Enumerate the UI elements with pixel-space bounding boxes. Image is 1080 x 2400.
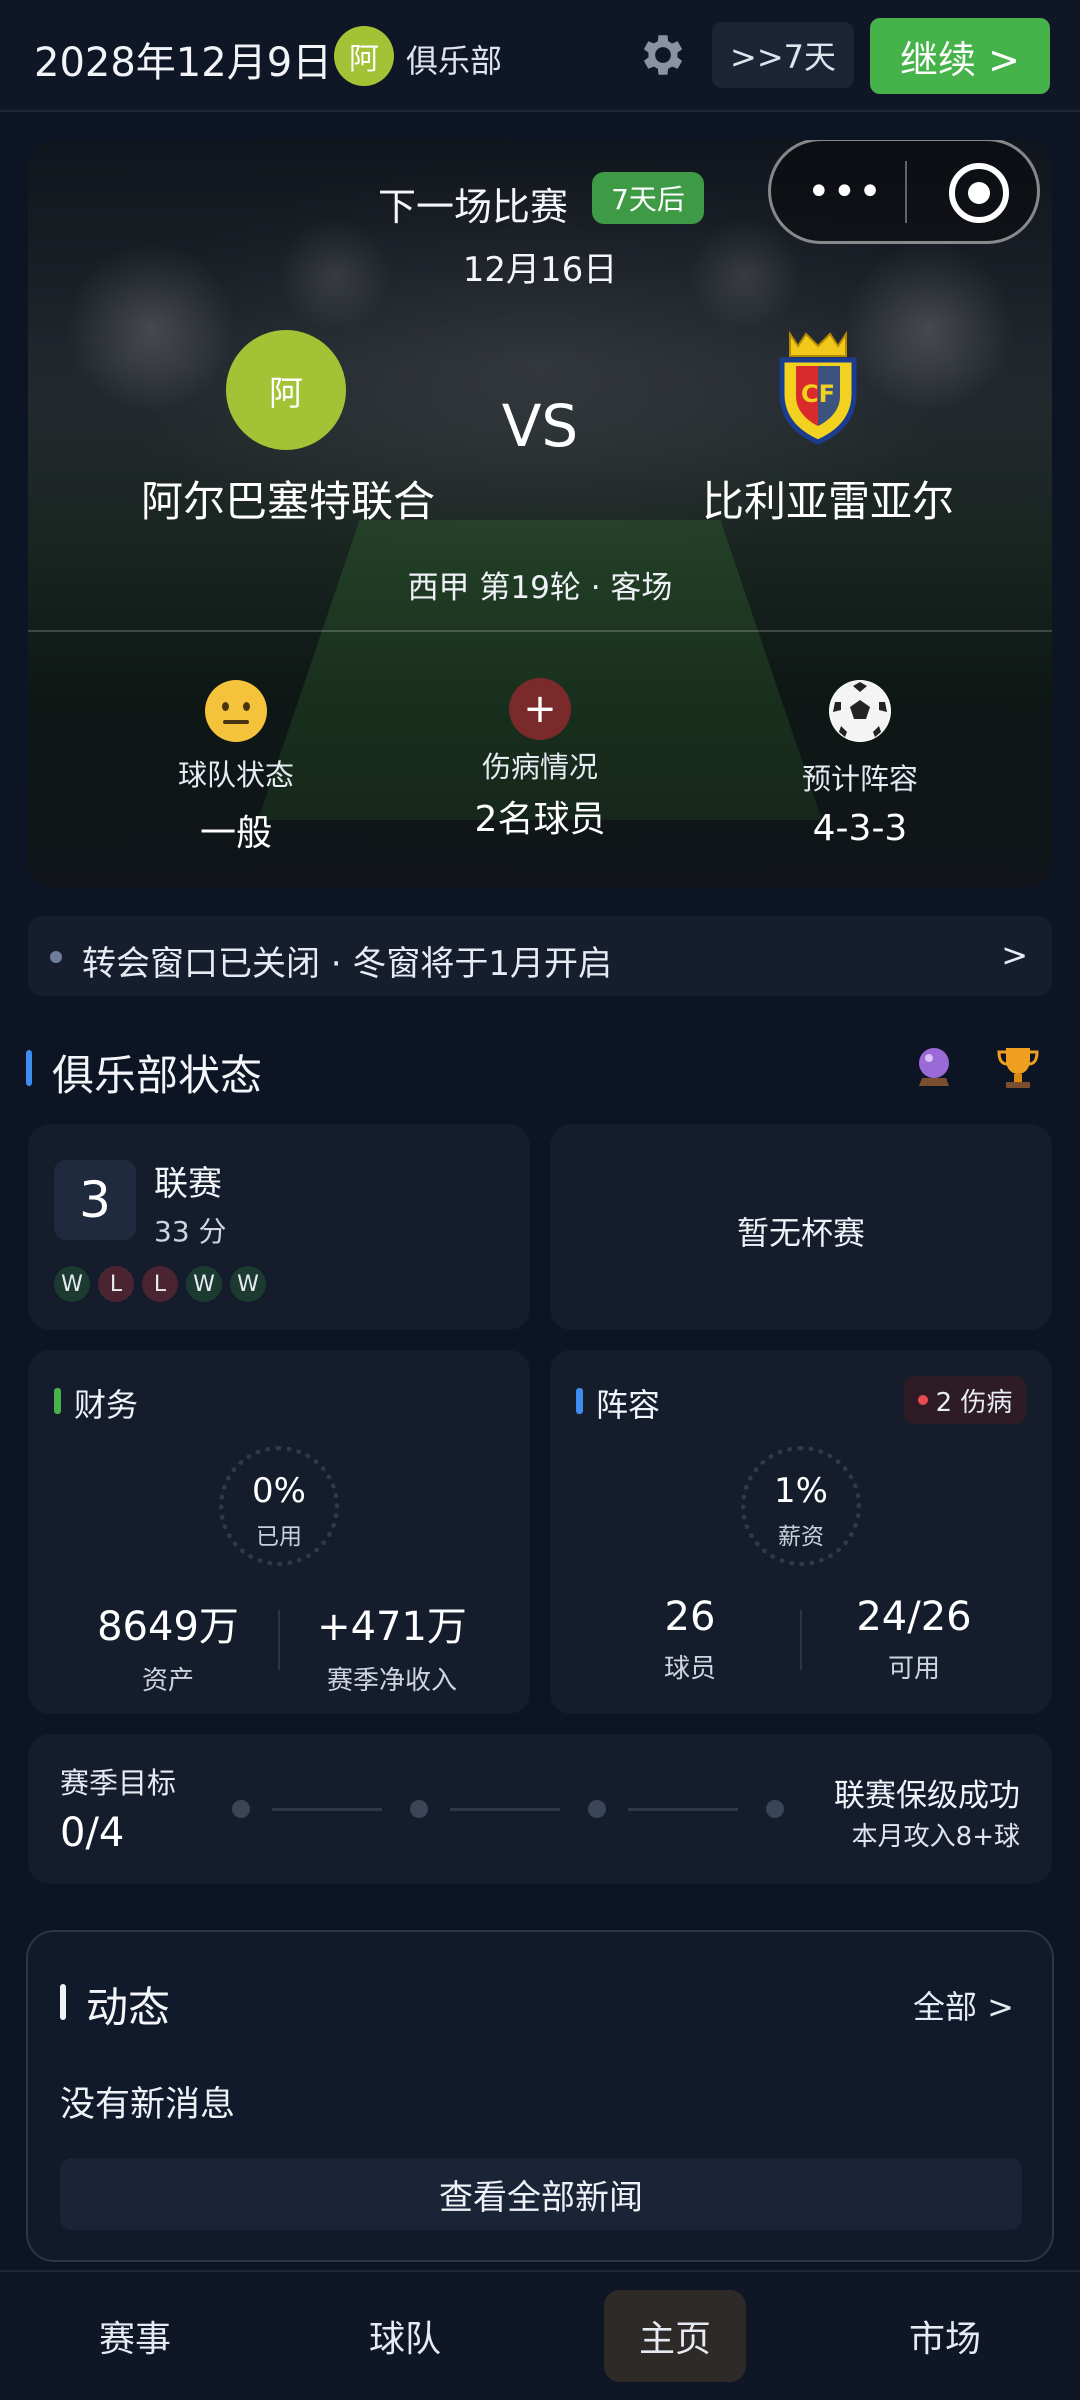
league-rank: 3 — [54, 1160, 136, 1240]
goal-step-dot — [410, 1800, 428, 1818]
neutral-face-icon — [205, 680, 267, 742]
club-status-title: 俱乐部状态 — [52, 1051, 263, 1100]
form-result: L — [98, 1266, 134, 1302]
competition-round: 西甲 第19轮 · 客场 — [407, 570, 673, 606]
versus-label: VS — [501, 392, 579, 460]
transfer-window-text: 转会窗口已关闭 · 冬窗将于1月开启 — [82, 944, 613, 984]
chevron-right-icon: > — [1001, 936, 1028, 974]
no-news-text: 没有新消息 — [60, 2085, 236, 2125]
club-avatar[interactable]: 阿 — [334, 26, 394, 86]
recent-form: W L L W W — [54, 1266, 266, 1302]
season-goal-name: 联赛保级成功 — [834, 1778, 1020, 1814]
squad-title: 阵容 — [596, 1386, 661, 1424]
home-team-name: 阿尔巴塞特联合 — [140, 477, 435, 526]
form-result: W — [230, 1266, 266, 1302]
injury-badge[interactable]: 2 伤病 — [904, 1376, 1026, 1424]
league-standing-card[interactable]: 3 联赛 33 分 W L L W W — [28, 1124, 530, 1330]
days-until-badge: 7天后 — [592, 172, 704, 224]
season-goal-card[interactable]: 赛季目标 0/4 联赛保级成功 本月攻入8+球 — [28, 1734, 1052, 1884]
crystal-ball-icon[interactable] — [912, 1044, 956, 1088]
medical-plus-icon: + — [509, 678, 571, 740]
bullet-dot — [50, 951, 62, 963]
goal-progress-track — [232, 1800, 792, 1820]
assets-metric: 8649万 资产 — [97, 1604, 239, 1696]
soccer-ball-icon — [829, 680, 891, 742]
nav-tab-team[interactable]: 球队 — [334, 2290, 476, 2382]
news-all-link[interactable]: 全部 > — [913, 1982, 1014, 2028]
finance-title: 财务 — [74, 1386, 139, 1424]
nav-tab-home[interactable]: 主页 — [604, 2290, 746, 2382]
skip-7-days-button[interactable]: >>7天 — [712, 22, 854, 88]
away-team-name: 比利亚雷亚尔 — [701, 477, 954, 526]
goal-step-dot — [232, 1800, 250, 1818]
cup-card[interactable]: 暂无杯赛 — [550, 1124, 1052, 1330]
next-match-card[interactable]: ••• 下一场比赛 7天后 12月16日 阿 CF VS 阿尔巴塞特联合 比利亚… — [28, 140, 1052, 888]
season-goal-description: 本月攻入8+球 — [851, 1822, 1020, 1852]
match-date: 12月16日 — [462, 250, 618, 290]
trophy-icon[interactable] — [994, 1044, 1042, 1092]
squad-card[interactable]: 阵容 2 伤病 1% 薪资 26 球员 24/26 可用 — [550, 1350, 1052, 1714]
team-form-stat[interactable]: 球队状态 一般 — [116, 680, 356, 856]
wage-usage-ring: 1% 薪资 — [741, 1446, 861, 1566]
nav-tab-matches[interactable]: 赛事 — [64, 2290, 206, 2382]
season-net-income-metric: +471万 赛季净收入 — [317, 1604, 467, 1696]
next-match-title: 下一场比赛 — [378, 185, 569, 229]
budget-usage-ring: 0% 已用 — [219, 1446, 339, 1566]
close-target-icon[interactable] — [949, 163, 1009, 223]
goal-step-dot — [766, 1800, 784, 1818]
continue-button[interactable]: 继续 > — [870, 18, 1050, 94]
gear-icon[interactable] — [636, 28, 690, 82]
form-result: W — [186, 1266, 222, 1302]
league-label: 联赛 — [154, 1164, 222, 1204]
bottom-navigation: 赛事 球队 主页 市场 — [0, 2270, 1080, 2400]
players-metric: 26 球员 — [663, 1594, 716, 1684]
news-title: 动态 — [86, 1983, 171, 2032]
form-result: W — [54, 1266, 90, 1302]
season-goal-title: 赛季目标 — [60, 1766, 177, 1800]
more-icon[interactable]: ••• — [807, 169, 884, 215]
view-all-news-button[interactable]: 查看全部新闻 — [60, 2158, 1022, 2230]
nav-tab-market[interactable]: 市场 — [874, 2290, 1016, 2382]
news-card: 动态 全部 > 没有新消息 查看全部新闻 — [26, 1930, 1054, 2262]
injury-stat[interactable]: + 伤病情况 2名球员 — [420, 678, 660, 842]
league-points: 33 分 — [154, 1215, 227, 1248]
formation-stat[interactable]: 预计阵容 4-3-3 — [740, 680, 980, 849]
form-result: L — [142, 1266, 178, 1302]
club-label[interactable]: 俱乐部 — [406, 36, 502, 82]
mini-program-capsule: ••• — [768, 140, 1040, 244]
no-cup-text: 暂无杯赛 — [736, 1214, 865, 1252]
transfer-window-banner[interactable]: 转会窗口已关闭 · 冬窗将于1月开启 > — [28, 916, 1052, 996]
season-goal-progress: 0/4 — [60, 1810, 125, 1856]
goal-step-dot — [588, 1800, 606, 1818]
red-dot-icon — [917, 1395, 928, 1405]
finance-card[interactable]: 财务 0% 已用 8649万 资产 +471万 赛季净收入 — [28, 1350, 530, 1714]
available-metric: 24/26 可用 — [856, 1594, 972, 1684]
game-date: 2028年12月9日 — [34, 40, 333, 86]
top-bar: 2028年12月9日 阿 俱乐部 >>7天 继续 > — [0, 0, 1080, 112]
